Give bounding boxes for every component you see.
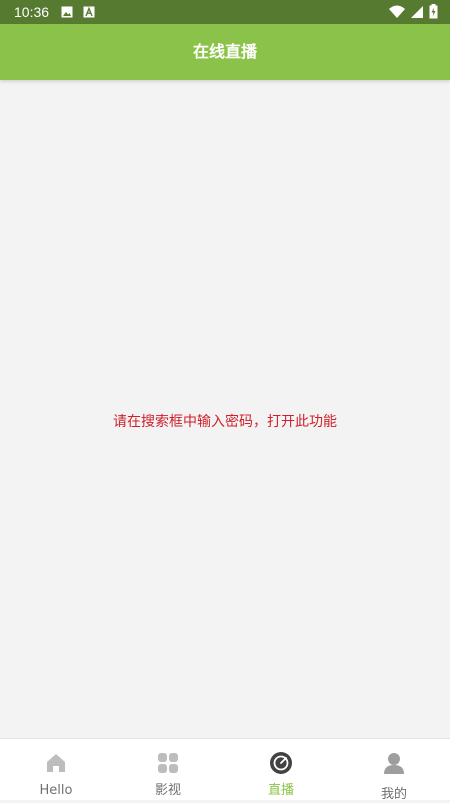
person-icon [384, 753, 404, 774]
grid-icon [158, 753, 178, 773]
password-notice: 请在搜索框中输入密码，打开此功能 [113, 414, 337, 430]
nav-label-mine: 我的 [380, 787, 407, 802]
image-icon [61, 6, 73, 18]
signal-icon [411, 5, 423, 18]
battery-icon [429, 4, 438, 19]
nav-item-live[interactable]: 直播 [225, 739, 337, 801]
content-area: 请在搜索框中输入密码，打开此功能 [0, 80, 450, 738]
nav-item-movies[interactable]: 影视 [112, 739, 224, 801]
wifi-icon [389, 5, 405, 18]
status-time: 10:36 [14, 4, 50, 20]
nav-item-mine[interactable]: 我的 [338, 739, 450, 802]
a-box-icon [83, 6, 95, 18]
status-left-icons [61, 6, 95, 18]
live-icon [270, 752, 292, 774]
status-bar: 10:36 [0, 0, 450, 24]
page-title: 在线直播 [192, 42, 257, 61]
bottom-nav: Hello 影视 直播 我的 [0, 738, 450, 802]
app-bar: 在线直播 [0, 24, 450, 80]
nav-label-movies: 影视 [154, 783, 181, 798]
nav-label-hello: Hello [39, 783, 73, 798]
nav-label-live: 直播 [267, 783, 294, 798]
nav-item-hello[interactable]: Hello [0, 739, 112, 801]
home-icon [47, 754, 65, 772]
status-right-icons [389, 4, 438, 19]
